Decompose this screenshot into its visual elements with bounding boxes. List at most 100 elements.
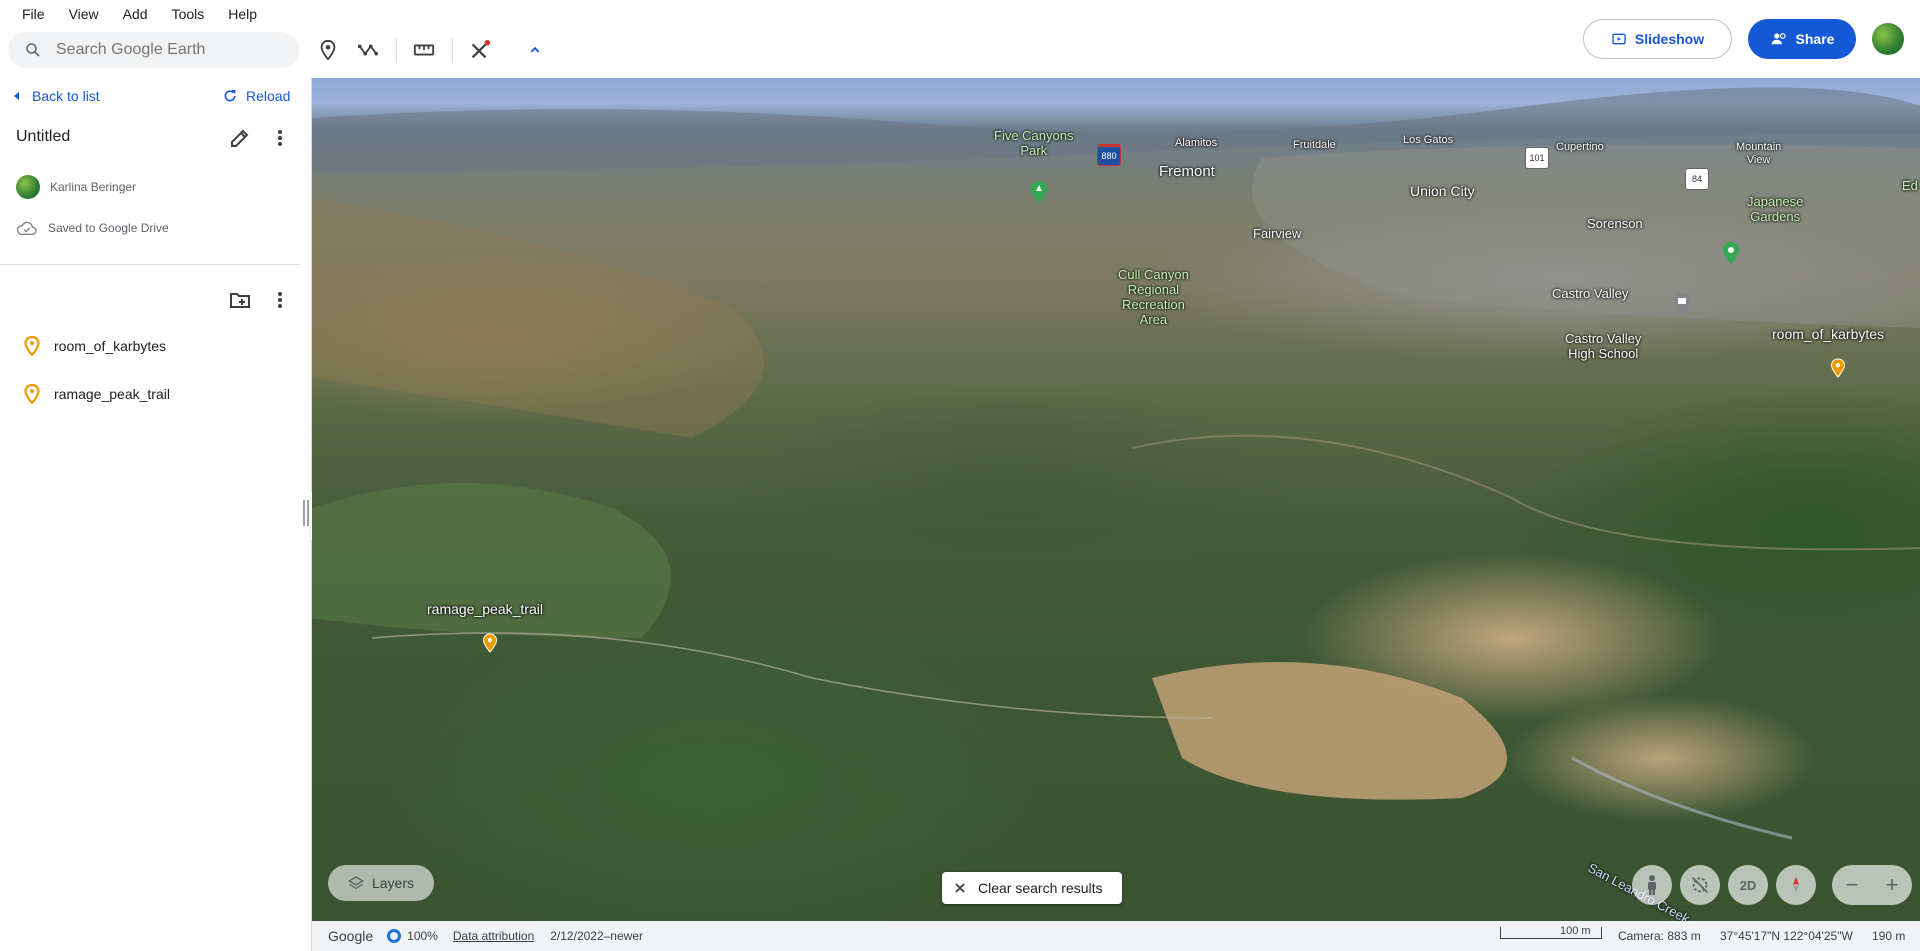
menu-add[interactable]: Add — [111, 3, 160, 27]
slideshow-button[interactable]: Slideshow — [1583, 19, 1732, 59]
reset-tilt-button[interactable] — [1680, 865, 1720, 905]
label-fairview: Fairview — [1253, 226, 1302, 241]
path-icon — [357, 44, 379, 56]
search-icon — [26, 43, 40, 57]
more-vert-icon — [278, 130, 282, 146]
slideshow-icon — [1612, 33, 1626, 45]
label-sorenson: Sorenson — [1587, 216, 1643, 231]
label-room-of-karbytes: room_of_karbytes — [1772, 326, 1885, 342]
save-status: Saved to Google Drive — [16, 219, 169, 237]
data-attribution-link[interactable]: Data attribution — [453, 929, 534, 943]
placemark-room-of-karbytes-icon[interactable] — [1830, 358, 1846, 378]
label-castro-valley: Castro Valley — [1552, 286, 1629, 301]
project-title: Untitled — [16, 128, 71, 145]
reload-label: Reload — [246, 88, 291, 104]
label-cupertino: Cupertino — [1556, 141, 1604, 153]
route-84-shield: 84 — [1685, 168, 1709, 190]
draw-path-button[interactable] — [354, 36, 382, 64]
resize-handle[interactable] — [303, 500, 309, 526]
search-input[interactable] — [56, 41, 286, 59]
saved-text: Saved to Google Drive — [48, 221, 169, 235]
account-avatar[interactable] — [1872, 23, 1904, 55]
layers-button[interactable]: Layers — [328, 865, 434, 901]
interstate-880-shield: 880 — [1097, 144, 1121, 166]
cloud-done-icon — [16, 221, 37, 236]
label-five-canyons-park: Five Canyons Park — [994, 128, 1074, 158]
layers-icon — [348, 876, 364, 890]
park-poi-icon[interactable] — [1029, 180, 1049, 204]
reload-button[interactable]: Reload — [222, 88, 290, 104]
owner-avatar — [16, 175, 40, 199]
list-item-label: room_of_karbytes — [54, 338, 167, 354]
people-icon — [1771, 33, 1786, 45]
us-101-shield: 101 — [1525, 147, 1549, 169]
camera-altitude: Camera: 883 m — [1618, 929, 1701, 943]
label-map-edge: Ed — [1902, 178, 1918, 193]
collapse-toolbar-button[interactable] — [521, 36, 549, 64]
menu-bar: File View Add Tools Help — [10, 3, 269, 27]
list-menu-button[interactable] — [268, 288, 292, 312]
street-view-button[interactable] — [1632, 865, 1672, 905]
layers-label: Layers — [371, 875, 415, 891]
placemark-icon — [24, 384, 40, 404]
label-alamitos: Alamitos — [1175, 137, 1218, 149]
sidebar-divider — [0, 264, 300, 265]
school-poi-icon[interactable] — [1672, 292, 1692, 316]
garden-poi-icon[interactable] — [1721, 241, 1741, 265]
compass-button[interactable] — [1776, 865, 1816, 905]
tools-icon — [471, 39, 491, 59]
pegman-icon — [1648, 875, 1656, 895]
imagery-date: 2/12/2022–newer — [550, 929, 643, 943]
label-castro-valley-high-school: Castro Valley High School — [1565, 331, 1642, 361]
refresh-icon — [224, 90, 236, 102]
google-logo: Google — [328, 928, 374, 944]
back-to-list-link[interactable]: Back to list — [12, 88, 100, 104]
zoom-out-button[interactable]: − — [1846, 872, 1859, 898]
map-terrain-detail — [312, 87, 1920, 840]
earth-3d-view[interactable]: Five Canyons Park 880 Alamitos Fremont Fr… — [312, 78, 1920, 921]
menu-tools[interactable]: Tools — [160, 3, 217, 27]
measure-button[interactable] — [410, 36, 438, 64]
add-placemark-button[interactable] — [314, 36, 342, 64]
placemark-ramage-peak-trail-icon[interactable] — [482, 633, 498, 653]
placemark-icon — [320, 39, 336, 61]
label-fremont: Fremont — [1159, 163, 1215, 180]
label-ramage-peak-trail: ramage_peak_trail — [427, 601, 543, 617]
load-percent: 100% — [407, 929, 438, 943]
tilt-off-icon — [1692, 877, 1708, 893]
project-sidebar: Back to list Reload Untitled Karlina Ber… — [0, 78, 312, 951]
toggle-2d-button[interactable]: 2D — [1728, 865, 1768, 905]
new-folder-icon[interactable] — [228, 288, 252, 312]
share-label: Share — [1795, 31, 1835, 47]
menu-view[interactable]: View — [57, 3, 111, 27]
project-owner: Karlina Beringer — [16, 175, 136, 199]
label-fruitdale: Fruitdale — [1293, 139, 1336, 151]
list-item-ramage-peak-trail[interactable]: ramage_peak_trail — [24, 384, 170, 404]
label-mountain-view: Mountain View — [1736, 141, 1782, 166]
status-bar: Google 100% Data attribution 2/12/2022–n… — [312, 921, 1920, 951]
compass-icon — [1793, 877, 1799, 893]
menu-file[interactable]: File — [10, 3, 57, 27]
clear-search-results-button[interactable]: Clear search results — [942, 872, 1122, 904]
zoom-in-button[interactable]: + — [1886, 872, 1899, 898]
list-item-room-of-karbytes[interactable]: room_of_karbytes — [24, 336, 166, 356]
caret-left-icon — [14, 92, 19, 100]
cursor-elevation: 190 m — [1872, 929, 1906, 943]
cursor-coordinates: 37°45'17"N 122°04'25"W — [1720, 929, 1853, 943]
label-cull-canyon: Cull Canyon Regional Recreation Area — [1118, 267, 1189, 327]
project-menu-button[interactable] — [268, 126, 292, 150]
share-button[interactable]: Share — [1748, 19, 1856, 59]
close-icon — [955, 883, 965, 893]
back-to-list-label: Back to list — [32, 88, 100, 104]
label-union-city: Union City — [1410, 183, 1475, 199]
list-item-label: ramage_peak_trail — [54, 386, 170, 402]
search-box[interactable] — [8, 32, 299, 68]
edit-pencil-icon[interactable] — [228, 126, 252, 150]
ruler-icon — [413, 44, 435, 56]
projects-tool-button[interactable] — [466, 36, 494, 64]
toolbar-divider — [396, 38, 397, 62]
menu-help[interactable]: Help — [216, 3, 269, 27]
label-los-gatos: Los Gatos — [1403, 134, 1454, 146]
zoom-controls: − + — [1832, 865, 1912, 905]
slideshow-label: Slideshow — [1634, 31, 1705, 47]
